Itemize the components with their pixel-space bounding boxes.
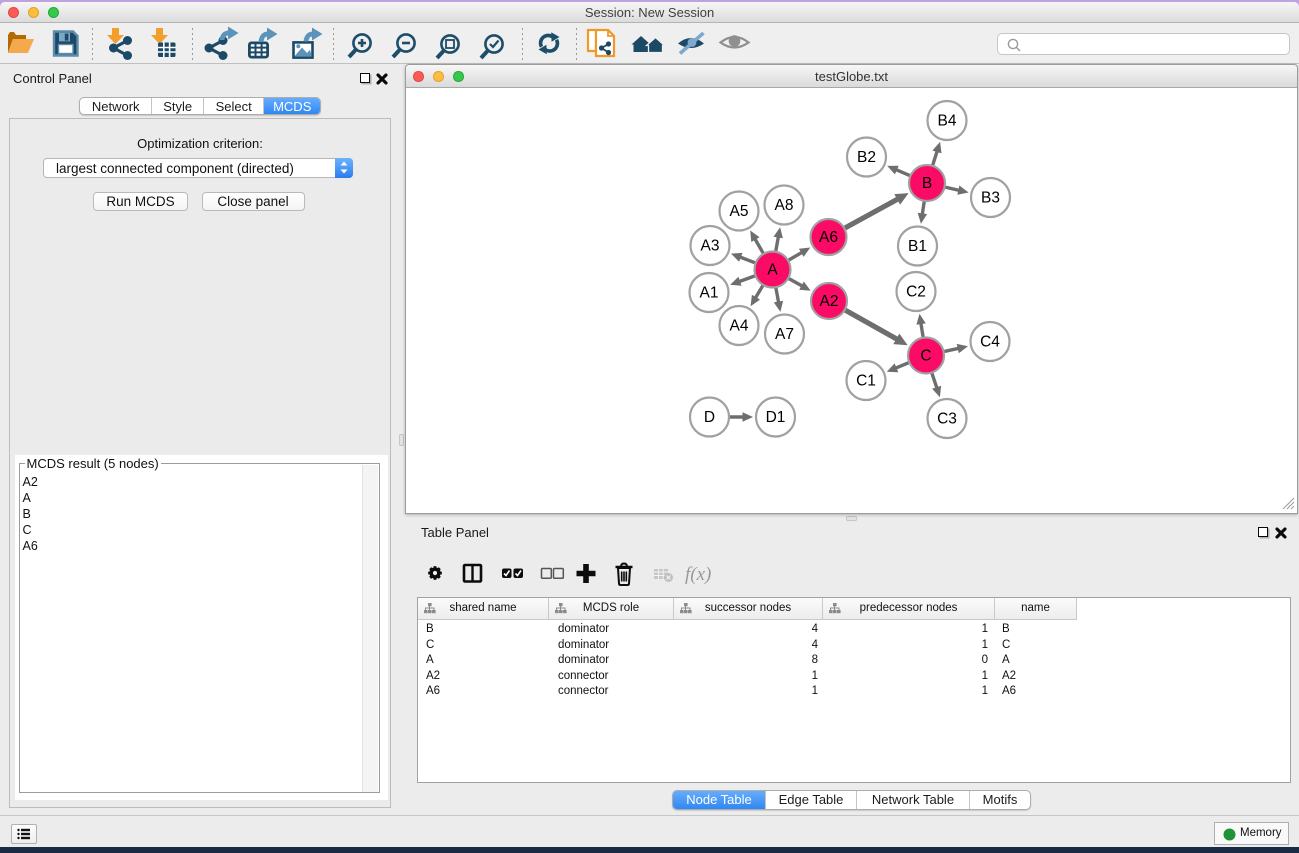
svg-text:C4: C4 — [980, 334, 1000, 351]
svg-text:C3: C3 — [937, 411, 957, 428]
svg-text:B4: B4 — [938, 113, 957, 130]
svg-text:C2: C2 — [906, 284, 926, 301]
svg-text:B3: B3 — [981, 190, 1000, 207]
svg-text:A8: A8 — [775, 197, 794, 214]
svg-text:A5: A5 — [730, 203, 749, 220]
svg-text:f(x): f(x) — [685, 564, 711, 585]
svg-text:B2: B2 — [857, 149, 876, 166]
svg-text:A3: A3 — [701, 238, 720, 255]
svg-text:A2: A2 — [820, 293, 839, 310]
svg-text:B1: B1 — [908, 238, 927, 255]
svg-text:A7: A7 — [775, 326, 794, 343]
svg-text:D: D — [704, 409, 715, 426]
svg-text:A6: A6 — [819, 229, 838, 246]
svg-text:C: C — [920, 348, 931, 365]
svg-text:D1: D1 — [766, 409, 786, 426]
svg-text:A1: A1 — [700, 285, 719, 302]
svg-text:A4: A4 — [730, 318, 749, 335]
svg-text:A: A — [767, 262, 778, 279]
svg-text:B: B — [922, 175, 932, 192]
svg-text:C1: C1 — [856, 373, 876, 390]
